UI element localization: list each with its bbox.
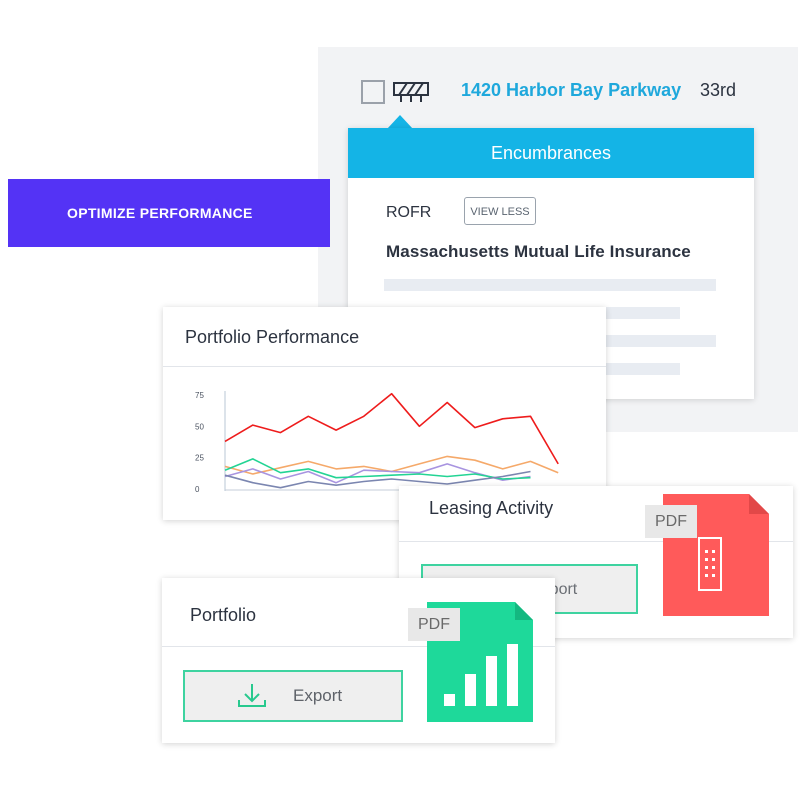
export-button[interactable]: Export xyxy=(183,670,403,722)
pdf-tag: PDF xyxy=(645,505,697,538)
portfolio-card: Portfolio Export PDF xyxy=(162,578,555,743)
performance-line-chart: 0 25 50 75 xyxy=(195,391,586,494)
card-title: Leasing Activity xyxy=(429,498,554,518)
y-tick-label: 75 xyxy=(195,391,204,400)
encumbrance-type: ROFR xyxy=(386,204,432,221)
select-checkbox[interactable] xyxy=(361,80,385,104)
placeholder-line xyxy=(384,279,716,291)
pdf-tag: PDF xyxy=(408,608,460,641)
banner-text: OPTIMIZE PERFORMANCE xyxy=(67,205,253,221)
encumbrances-header: Encumbrances xyxy=(348,128,754,178)
parcel-icon xyxy=(393,82,429,102)
export-label: Export xyxy=(293,686,343,705)
y-tick-label: 50 xyxy=(195,422,204,431)
card-title: Portfolio Performance xyxy=(185,327,360,347)
y-tick-label: 0 xyxy=(195,485,200,494)
download-icon xyxy=(238,684,266,707)
view-less-button[interactable]: VIEW LESS xyxy=(464,197,536,225)
card-title: Portfolio xyxy=(190,605,257,625)
property-address-link[interactable]: 1420 Harbor Bay Parkway xyxy=(461,80,681,101)
popup-pointer xyxy=(387,115,413,129)
encumbrance-holder: Massachusetts Mutual Life Insurance xyxy=(386,242,691,261)
y-tick-label: 25 xyxy=(195,454,204,463)
series-line-0 xyxy=(224,392,559,465)
property-floor: 33rd xyxy=(700,80,737,100)
card-divider xyxy=(163,366,606,367)
